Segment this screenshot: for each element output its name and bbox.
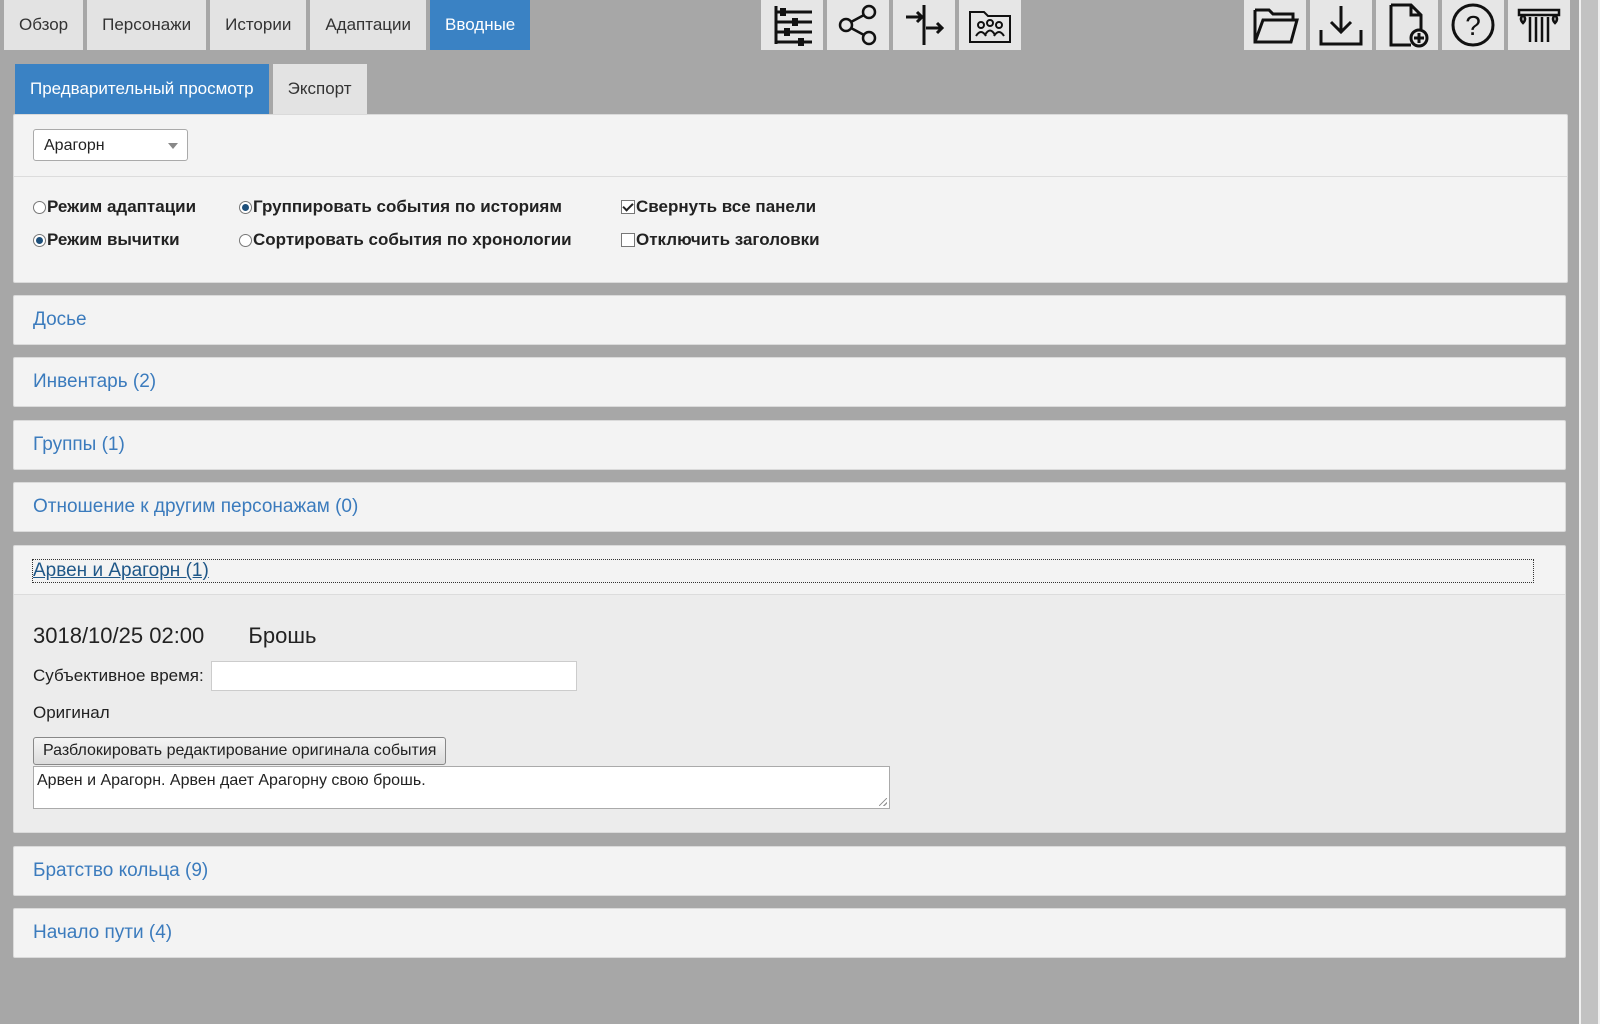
- groups-button[interactable]: [959, 0, 1021, 50]
- resize-handle-icon[interactable]: [879, 798, 887, 806]
- tab-stories[interactable]: Истории: [210, 0, 307, 50]
- adaptation-mode-radio[interactable]: [33, 200, 46, 214]
- event-name: Брошь: [248, 623, 317, 648]
- adaptation-mode-option[interactable]: Режим адаптации: [33, 197, 196, 217]
- panel-title-arwen-aragorn[interactable]: Арвен и Арагорн (1): [32, 559, 1534, 583]
- tab-export[interactable]: Экспорт: [272, 64, 367, 114]
- column-logo-icon: [1517, 8, 1561, 42]
- main-nav: Обзор Персонажи Истории Адаптации Вводны…: [4, 0, 531, 50]
- panel-title-inventory[interactable]: Инвентарь (2): [33, 371, 156, 393]
- panel-title-groups[interactable]: Группы (1): [33, 434, 125, 456]
- center-toolbar: [761, 0, 1021, 50]
- panel-title-journey[interactable]: Начало пути (4): [33, 922, 172, 944]
- sort-chronology-option[interactable]: Сортировать события по хронологии: [239, 230, 572, 250]
- original-label: Оригинал: [33, 703, 110, 722]
- arrows-split-icon: [906, 5, 945, 45]
- group-by-stories-option[interactable]: Группировать события по историям: [239, 197, 562, 217]
- share-button[interactable]: [827, 0, 889, 50]
- download-icon: [1319, 6, 1363, 46]
- panel-dossier: Досье: [13, 295, 1566, 345]
- briefings-subtabs: Предварительный просмотр Экспорт: [15, 64, 367, 114]
- original-text-area[interactable]: Арвен и Арагорн. Арвен дает Арагорну сво…: [33, 766, 890, 809]
- panel-fellowship: Братство кольца (9): [13, 846, 1566, 896]
- split-button[interactable]: [893, 0, 955, 50]
- proofread-mode-radio[interactable]: [33, 233, 46, 247]
- event-body: 3018/10/25 02:00 Брошь Субъективное врем…: [14, 594, 1565, 832]
- unlock-original-button[interactable]: Разблокировать редактирование оригинала …: [33, 737, 447, 765]
- character-select[interactable]: Арагорн: [33, 129, 188, 161]
- about-button[interactable]: [1508, 0, 1570, 50]
- scrollbar-thumb[interactable]: [1581, 0, 1598, 1024]
- adaptation-mode-label: Режим адаптации: [47, 197, 197, 216]
- help-button[interactable]: ?: [1442, 0, 1504, 50]
- sort-chronology-radio[interactable]: [239, 233, 252, 247]
- tab-briefings[interactable]: Вводные: [430, 0, 531, 50]
- original-text: Арвен и Арагорн. Арвен дает Арагорну сво…: [37, 772, 426, 789]
- timeline-icon: [774, 6, 812, 46]
- character-select-value: Арагорн: [44, 137, 105, 154]
- right-toolbar: ?: [1244, 0, 1570, 50]
- tab-overview[interactable]: Обзор: [4, 0, 84, 50]
- timeline-button[interactable]: [761, 0, 823, 50]
- panel-journey: Начало пути (4): [13, 908, 1566, 958]
- group-by-stories-label: Группировать события по историям: [253, 197, 562, 216]
- group-folder-icon: [969, 11, 1011, 43]
- svg-text:?: ?: [1465, 10, 1481, 41]
- panel-groups: Группы (1): [13, 420, 1566, 470]
- collapse-panels-option[interactable]: Свернуть все панели: [621, 197, 816, 217]
- preview-settings: Арагорн Режим адаптации Режим вычитки Гр…: [13, 114, 1568, 283]
- collapse-panels-checkbox[interactable]: [621, 200, 635, 214]
- open-button[interactable]: [1244, 0, 1306, 50]
- panel-relations: Отношение к другим персонажам (0): [13, 482, 1566, 532]
- sort-chronology-label: Сортировать события по хронологии: [253, 230, 572, 249]
- event-datetime: 3018/10/25 02:00: [33, 623, 205, 648]
- panel-inventory: Инвентарь (2): [13, 357, 1566, 407]
- panel-title-fellowship[interactable]: Братство кольца (9): [33, 860, 208, 882]
- proofread-mode-option[interactable]: Режим вычитки: [33, 230, 180, 250]
- share-network-icon: [838, 4, 877, 46]
- tab-preview[interactable]: Предварительный просмотр: [15, 64, 269, 114]
- chevron-down-icon: [168, 143, 178, 149]
- new-file-button[interactable]: [1376, 0, 1438, 50]
- proofread-mode-label: Режим вычитки: [47, 230, 180, 249]
- folder-open-icon: [1253, 8, 1299, 44]
- tab-characters[interactable]: Персонажи: [87, 0, 207, 50]
- disable-headers-option[interactable]: Отключить заголовки: [621, 230, 820, 250]
- subjective-time-input[interactable]: [211, 661, 577, 691]
- character-select-row: Арагорн: [14, 115, 1567, 177]
- panel-title-relations[interactable]: Отношение к другим персонажам (0): [33, 496, 358, 518]
- group-by-stories-radio[interactable]: [239, 200, 252, 214]
- vertical-scrollbar[interactable]: [1579, 0, 1600, 1024]
- tab-adaptations[interactable]: Адаптации: [310, 0, 427, 50]
- collapse-panels-label: Свернуть все панели: [636, 197, 817, 216]
- panel-title-dossier[interactable]: Досье: [33, 309, 87, 331]
- disable-headers-label: Отключить заголовки: [636, 230, 820, 249]
- subjective-time-label: Субъективное время:: [33, 666, 204, 685]
- help-icon: ?: [1451, 3, 1495, 47]
- disable-headers-checkbox[interactable]: [621, 233, 635, 247]
- panel-arwen-aragorn: Арвен и Арагорн (1) 3018/10/25 02:00 Бро…: [13, 545, 1566, 833]
- new-file-icon: [1389, 3, 1429, 48]
- event-header: 3018/10/25 02:00 Брошь: [33, 623, 316, 649]
- download-button[interactable]: [1310, 0, 1372, 50]
